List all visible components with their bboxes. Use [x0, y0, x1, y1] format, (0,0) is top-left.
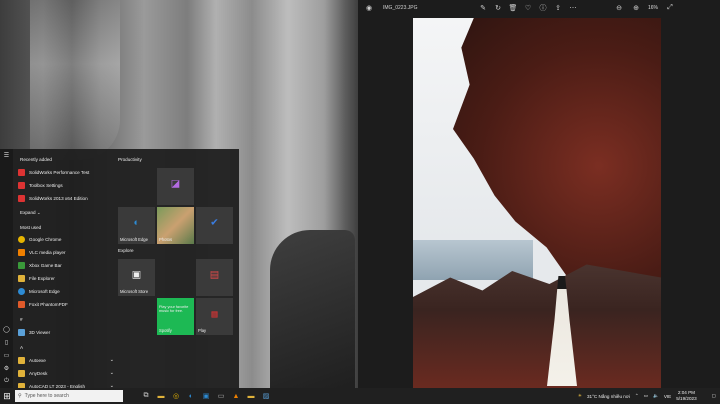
task-view-icon[interactable]: ⧉: [141, 390, 151, 402]
tile-play[interactable]: ▦ Play: [196, 298, 233, 335]
search-box[interactable]: ⚲ Type here to search: [15, 390, 123, 402]
list-item[interactable]: Autoexe ⌄: [18, 354, 114, 366]
taskbar: ⊞ ⚲ Type here to search ⧉ ▬ ◎ ◐ ▣ ▭ ▲ ▬ …: [0, 388, 720, 404]
chevron-down-icon: ⌄: [109, 370, 114, 376]
tile-edge[interactable]: ◐ Microsoft Edge: [118, 207, 155, 244]
list-item[interactable]: SolidWorks 2013 x64 Edition: [18, 192, 114, 204]
weather-text[interactable]: 31°C Nắng nhiều nơi: [587, 394, 630, 399]
power-icon[interactable]: ⏻: [0, 375, 13, 388]
wallpaper-rock-dark: [270, 230, 355, 390]
weather-icon: ☀: [577, 393, 582, 398]
news-icon: ▤: [209, 269, 220, 281]
list-item[interactable]: SolidWorks Performance Test: [18, 166, 114, 178]
tile-photos[interactable]: Photos: [157, 207, 194, 244]
hamburger-icon[interactable]: ☰: [0, 149, 13, 162]
chrome-icon[interactable]: ◎: [171, 390, 181, 402]
list-item[interactable]: 3D Viewer: [18, 326, 114, 338]
explore-header: Explore: [118, 248, 134, 253]
tile-news[interactable]: ▤: [196, 259, 233, 296]
notification-icon[interactable]: ▢: [712, 393, 716, 399]
folder-icon: [18, 369, 25, 377]
search-placeholder: Type here to search: [24, 393, 69, 399]
photos-window: ◉ IMG_0223.JPG ✎ ↻ 🗑 ♡ ⓘ ⇪ ⋯ ⊖ ⊕ 16% ⤢: [358, 0, 720, 388]
rotate-icon[interactable]: ↻: [493, 3, 503, 13]
clock[interactable]: 2:04 PM 5/19/2023: [676, 390, 696, 402]
language-indicator[interactable]: VIE: [664, 394, 671, 399]
system-tray: ☀ 31°C Nắng nhiều nơi ⌃ ▭ 🔈 VIE 2:04 PM …: [578, 388, 720, 404]
start-rail: ☰ ◯ ▯ ▭ ⚙ ⏻: [0, 149, 13, 388]
hash-header: #: [20, 317, 23, 322]
windows-start-icon[interactable]: ⊞: [0, 388, 14, 404]
app-icon: [18, 168, 25, 176]
list-item[interactable]: Toolbox Settings: [18, 179, 114, 191]
recently-added-header: Recently added: [20, 157, 52, 162]
vlc-icon: [18, 248, 25, 256]
share-icon[interactable]: ⇪: [553, 3, 563, 13]
chrome-icon: [18, 235, 25, 243]
favorite-icon[interactable]: ♡: [523, 3, 533, 13]
volume-icon[interactable]: 🔈: [653, 393, 659, 399]
tile-spotify[interactable]: Play your favorite music for free. Spotif…: [157, 298, 194, 335]
check-icon: ✔: [210, 217, 219, 229]
xbox-icon: [18, 261, 25, 269]
productivity-header: Productivity: [118, 157, 142, 162]
expand-button[interactable]: Expand ⌄: [20, 210, 41, 216]
list-item[interactable]: Microsoft Edge: [18, 285, 114, 297]
edge-icon: ◐: [133, 217, 140, 229]
terminal-icon[interactable]: ▭: [216, 390, 226, 402]
tile-todo[interactable]: ✔: [196, 207, 233, 244]
settings-icon[interactable]: ⚙: [0, 362, 13, 375]
edge-icon[interactable]: ◐: [186, 390, 196, 402]
list-item[interactable]: Google Chrome: [18, 233, 114, 245]
network-icon[interactable]: ▭: [644, 393, 648, 399]
edge-icon: [18, 287, 25, 295]
tile-office[interactable]: ◪: [157, 168, 194, 205]
tile-store[interactable]: ▣ Microsoft Store: [118, 259, 155, 296]
pictures-icon[interactable]: ▭: [0, 349, 13, 362]
photos-toolbar: ◉ IMG_0223.JPG ✎ ↻ 🗑 ♡ ⓘ ⇪ ⋯ ⊖ ⊕ 16% ⤢: [358, 0, 720, 17]
info-icon[interactable]: ⓘ: [538, 3, 548, 13]
list-item[interactable]: VLC media player: [18, 246, 114, 258]
most-used-header: Most used: [20, 225, 42, 230]
a-header: A: [20, 345, 24, 350]
photos-icon[interactable]: ▨: [261, 390, 271, 402]
office-icon: ◪: [170, 178, 181, 190]
more-icon[interactable]: ⋯: [568, 3, 578, 13]
photos-title: IMG_0223.JPG: [383, 5, 418, 11]
fit-icon[interactable]: ⤢: [665, 3, 675, 13]
folder-icon: [18, 356, 25, 364]
list-item[interactable]: Xbox Game Bar: [18, 259, 114, 271]
folder-icon[interactable]: ▬: [246, 390, 256, 402]
file-explorer-icon[interactable]: ▬: [156, 390, 166, 402]
chevron-up-icon[interactable]: ⌃: [635, 393, 639, 399]
edit-icon[interactable]: ✎: [478, 3, 488, 13]
vlc-icon[interactable]: ▲: [231, 390, 241, 402]
zoom-level: 16%: [648, 5, 659, 11]
user-icon[interactable]: ◯: [0, 323, 13, 336]
store-icon: ▣: [131, 269, 142, 281]
games-icon: ▦: [210, 309, 219, 319]
documents-icon[interactable]: ▯: [0, 336, 13, 349]
foxit-icon: [18, 300, 25, 308]
app-icon: [18, 181, 25, 189]
photo-image: [413, 18, 661, 388]
delete-icon[interactable]: 🗑: [508, 3, 518, 13]
wallpaper-rock: [30, 0, 120, 160]
start-menu: ☰ ◯ ▯ ▭ ⚙ ⏻ Recently added SolidWorks Pe…: [0, 149, 239, 390]
app-list: Recently added SolidWorks Performance Te…: [15, 149, 115, 390]
list-item[interactable]: Foxit PhantomPDF: [18, 298, 114, 310]
chevron-down-icon: ⌄: [109, 357, 114, 363]
app-icon: [18, 194, 25, 202]
zoom-out-icon[interactable]: ⊖: [614, 3, 624, 13]
zoom-in-icon[interactable]: ⊕: [631, 3, 641, 13]
search-icon: ⚲: [18, 393, 22, 399]
list-item[interactable]: AnyDesk ⌄: [18, 367, 114, 379]
3d-viewer-icon: [18, 328, 25, 336]
store-icon[interactable]: ▣: [201, 390, 211, 402]
folder-icon: [18, 274, 25, 282]
photos-menu-icon[interactable]: ◉: [364, 3, 374, 13]
list-item[interactable]: File Explorer: [18, 272, 114, 284]
